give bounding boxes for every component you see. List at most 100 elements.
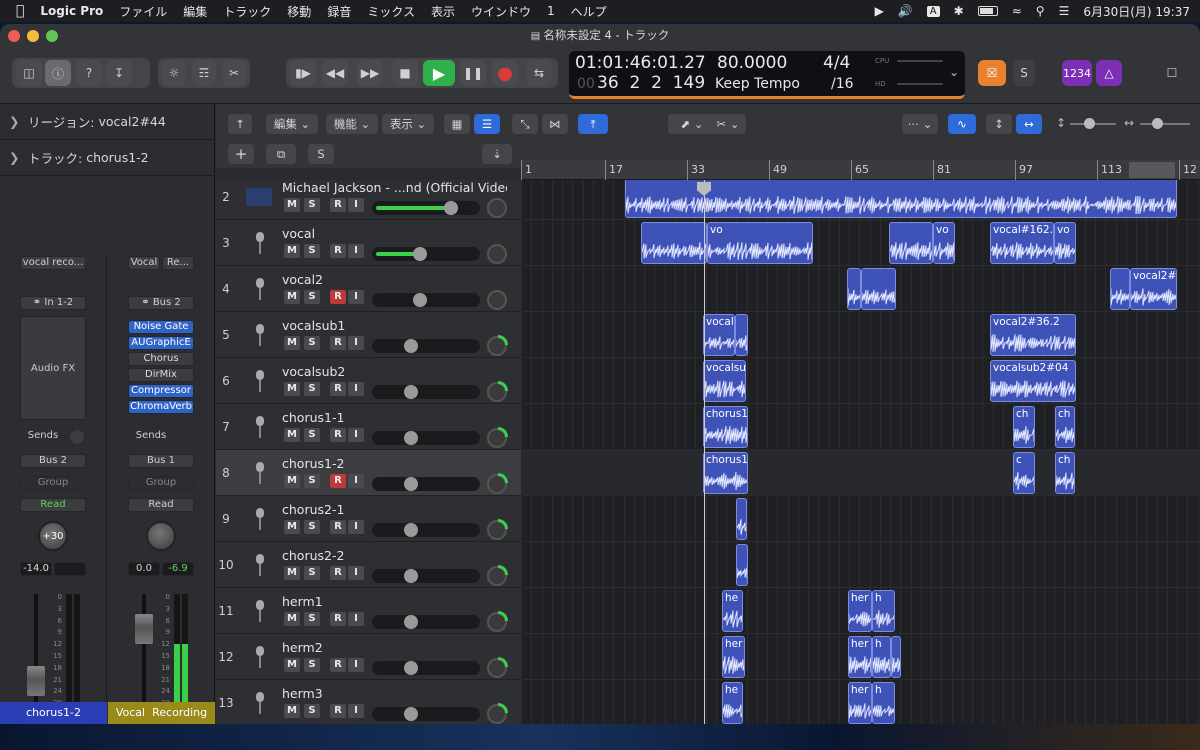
track-header[interactable]: 9 chorus2-1 M S R I [216,496,521,542]
library-icon[interactable]: ◫ [16,60,42,86]
control-center-icon[interactable]: ☰ [1059,4,1070,18]
plugin-slot-chorus[interactable]: Chorus [128,352,194,366]
peak-readout[interactable]: -6.9 [162,562,194,576]
mute-button[interactable]: M [284,658,300,672]
track-pan-knob[interactable] [487,198,507,218]
audio-region[interactable]: her [848,590,872,632]
mute-button[interactable]: M [284,382,300,396]
chevron-right-icon[interactable]: ❯ [9,114,19,129]
menu-window[interactable]: ウインドウ [471,3,531,20]
track-lane[interactable] [521,542,1200,588]
volume-thumb[interactable] [404,477,418,491]
solo-button[interactable]: S [304,474,320,488]
automation-button[interactable]: Read [128,498,194,512]
menu-app-name[interactable]: Logic Pro [40,4,103,18]
lcd-division[interactable]: /16 [831,76,854,92]
record-enable-button[interactable]: R [330,566,346,580]
record-enable-button[interactable]: R [330,658,346,672]
count-in-button[interactable]: 1234 [1062,60,1092,86]
track-lane[interactable] [521,496,1200,542]
go-to-beginning-icon[interactable]: ▮▶ [290,60,316,86]
up-arrow-icon[interactable]: ↑ [228,114,252,134]
track-lane[interactable] [521,220,1200,266]
toolbar-icon[interactable]: ↧ [106,60,132,86]
track-name[interactable]: vocalsub2 [282,364,507,379]
track-volume-slider[interactable] [372,431,480,445]
audio-region[interactable]: h [872,636,891,678]
horizontal-zoom-slider[interactable] [1140,118,1190,129]
audio-region[interactable]: h [872,682,895,724]
track-pan-knob[interactable] [487,703,508,724]
flex-icon[interactable]: ⋈ [542,114,568,134]
track-header[interactable]: 12 herm2 M S R I [216,634,521,680]
mute-button[interactable]: M [284,244,300,258]
strip-name[interactable]: chorus1-2 [0,702,107,724]
smart-controls-icon[interactable]: ☼ [162,60,186,86]
audio-region[interactable]: vo [1054,222,1076,264]
audio-region[interactable]: her [722,636,745,678]
track-header[interactable]: 13 herm3 M S R I [216,680,521,724]
menu-mix[interactable]: ミックス [367,3,415,20]
input-monitor-button[interactable]: I [348,428,364,442]
audio-region[interactable]: h [872,590,895,632]
mute-button[interactable]: M [284,566,300,580]
volume-thumb[interactable] [404,339,418,353]
record-enable-button[interactable]: R [330,336,346,350]
share-icon[interactable]: ☐ [1158,60,1186,86]
audio-region[interactable]: chorus1 [703,452,748,494]
volume-thumb[interactable] [404,615,418,629]
solo-button[interactable]: S [304,704,320,718]
mute-button[interactable]: M [284,428,300,442]
audio-region[interactable]: vocal [703,314,735,356]
vertical-zoom-slider[interactable] [1070,118,1116,129]
track-pan-knob[interactable] [487,290,507,310]
plugin-slot-compressor[interactable]: Compressor [128,384,194,398]
plugin-slot-chromaverb[interactable]: ChromaVerb [128,400,194,414]
track-name[interactable]: vocal [282,226,507,241]
lcd-tempo[interactable]: 80.0000 [717,53,787,73]
datetime[interactable]: 6月30日(月) 19:37 [1083,3,1190,20]
scissors-tool-menu[interactable]: ✂ ⌄ [710,114,746,134]
volume-fader[interactable] [135,614,153,644]
lcd-display[interactable]: 01:01:46:01.27 00 36 2 2 149 80.0000 Kee… [569,51,965,99]
input-monitor-button[interactable]: I [348,612,364,626]
input-monitor-button[interactable]: I [348,474,364,488]
audio-region[interactable]: he [722,590,743,632]
global-solo-button[interactable]: S [308,144,334,164]
quick-help-icon[interactable]: ? [76,60,102,86]
input-button[interactable]: ⚭ In 1-2 [20,296,86,310]
slider-thumb[interactable] [1152,118,1163,129]
mute-button[interactable]: M [284,612,300,626]
volume-readout[interactable]: -14.0 [20,562,52,576]
edit-menu[interactable]: 編集 ⌄ [266,114,318,134]
track-name[interactable]: herm1 [282,594,507,609]
track-header[interactable]: 4 vocal2 M S R I [216,266,521,312]
input-monitor-button[interactable]: I [348,520,364,534]
volume-icon[interactable]: 🔊 [898,4,913,18]
volume-thumb[interactable] [404,431,418,445]
search-icon[interactable]: ⚲ [1036,4,1045,18]
solo-button[interactable]: S [304,612,320,626]
fast-forward-icon[interactable]: ▶▶ [357,60,383,86]
menu-track[interactable]: トラック [223,3,271,20]
strip-name[interactable]: Vocal Recording [108,702,215,724]
input-button[interactable]: ⚭ Bus 2 [128,296,194,310]
track-pan-knob[interactable] [487,657,508,678]
track-header[interactable]: 8 chorus1-2 M S R I [216,450,521,496]
track-lane[interactable] [521,404,1200,450]
audio-region[interactable] [861,268,896,310]
menu-one[interactable]: 1 [547,4,555,18]
plugin-slot-augraphiceq[interactable]: AUGraphicE [128,336,194,350]
volume-thumb[interactable] [444,201,458,215]
track-pan-knob[interactable] [487,519,508,540]
audio-region[interactable]: her [848,636,872,678]
record-enable-button[interactable]: R [330,198,346,212]
input-monitor-button[interactable]: I [348,382,364,396]
solo-button[interactable]: S [304,336,320,350]
record-enable-button[interactable]: R [330,382,346,396]
bluetooth-icon[interactable]: ✱ [954,4,964,18]
minimize-button[interactable] [27,30,39,42]
cycle-region[interactable] [1129,162,1175,178]
input-monitor-button[interactable]: I [348,566,364,580]
mute-button[interactable]: M [284,704,300,718]
